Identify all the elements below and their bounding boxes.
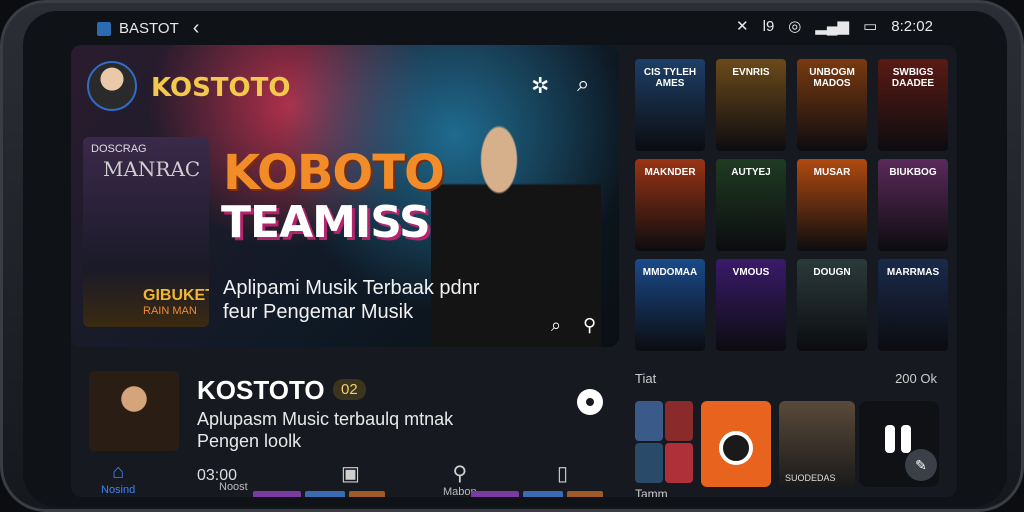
status-time: 8:2:02 xyxy=(891,17,933,35)
mini-thumb-3[interactable] xyxy=(635,443,663,483)
poster-card-label: MARRMAS xyxy=(886,267,940,278)
mini-thumb-4[interactable] xyxy=(665,443,693,483)
signal-label: l9 xyxy=(762,17,775,35)
pause-bar-left xyxy=(885,425,895,453)
now-playing-thumbnail[interactable] xyxy=(89,371,179,451)
action-fab[interactable]: ✎ xyxy=(905,449,937,481)
status-bar: BASTOT ‹ ✕ l9 ◎ ▂▄▆ ▭ 8:2:02 xyxy=(23,11,1007,41)
poster-grid: CIS TYLEH AMES EVNRIS UNBOGM MADOS SWBIGS D… xyxy=(635,59,955,363)
pause-bar-right xyxy=(901,425,911,453)
avatar[interactable] xyxy=(87,61,137,111)
app-panel: KOSTOTO ✲ ⌕ DOSCRAG MANRAC GIBUKET RAIN … xyxy=(71,45,957,497)
poster-card[interactable]: AUTYEJ xyxy=(716,159,786,251)
poster-top-text: DOSCRAG xyxy=(91,143,147,155)
nav-home-label: Nosind xyxy=(101,484,136,496)
poster-card[interactable]: MAKNDER xyxy=(635,159,705,251)
nav-tab2[interactable]: Noost xyxy=(219,481,248,493)
poster-card-label: CIS TYLEH AMES xyxy=(643,67,697,89)
search-icon[interactable]: ⌕ xyxy=(577,71,589,97)
poster-card[interactable]: CIS TYLEH AMES xyxy=(635,59,705,151)
search-music-icon: ⚲ xyxy=(452,463,468,485)
nav-home[interactable]: ⌂ Nosind xyxy=(101,461,135,496)
hero-subtitle-line1: Aplipami Musik Terbaak pdnr xyxy=(223,277,480,299)
dnd-icon: ✕ xyxy=(736,18,749,35)
screen: BASTOT ‹ ✕ l9 ◎ ▂▄▆ ▭ 8:2:02 KOSTOTO ✲ ⌕… xyxy=(23,11,1007,507)
section-label: Tiat xyxy=(635,371,657,386)
poster-card-label: AUTYEJ xyxy=(731,167,771,178)
poster-card-label: VMOUS xyxy=(732,267,770,278)
now-playing-badge: 02 xyxy=(333,379,366,400)
wifi-icon: ◎ xyxy=(788,18,802,35)
poster-card[interactable]: MMDOMAA xyxy=(635,259,705,351)
cellular-icon: ▂▄▆ xyxy=(815,18,850,35)
poster-card-label: BIUKBOG xyxy=(889,167,937,178)
app-icon xyxy=(97,21,111,36)
now-playing-subtitle-line1: Aplupasm Music terbaulq mtnak xyxy=(197,409,454,429)
album-card-dark[interactable]: SUODEDAS xyxy=(779,401,855,487)
file-icon: ▯ xyxy=(557,463,569,485)
disc-icon[interactable] xyxy=(577,389,603,415)
now-playing-title: KOSTOTO xyxy=(197,375,325,405)
hero-title-line1: KOBOTO xyxy=(223,145,445,201)
nav-thumb-strip-4 xyxy=(471,491,519,497)
hero-subtitle-line2: feur Pengemar Musik xyxy=(223,301,414,323)
nav-files[interactable]: ▯ xyxy=(557,461,568,486)
poster-card-label: DOUGN xyxy=(813,267,851,278)
poster-title: MANRAC xyxy=(103,157,201,181)
battery-icon: ▭ xyxy=(863,18,878,35)
poster-card-label: UNBOGM MADOS xyxy=(809,67,855,89)
hero-artist-image xyxy=(431,113,601,347)
hero-banner[interactable]: KOSTOTO ✲ ⌕ DOSCRAG MANRAC GIBUKET RAIN … xyxy=(71,45,619,347)
home-icon: ⌂ xyxy=(112,461,125,483)
hero-title-line2: TEAMISS xyxy=(221,197,431,248)
poster-card[interactable]: UNBOGM MADOS xyxy=(797,59,867,151)
album-card-orange[interactable] xyxy=(701,401,771,487)
nav-thumb-strip-3 xyxy=(349,491,385,497)
nav-thumb-strip-6 xyxy=(567,491,603,497)
poster-card-label: EVNRIS xyxy=(732,67,770,78)
nav-thumb-strip-5 xyxy=(523,491,563,497)
status-app-name: BASTOT xyxy=(119,20,179,37)
library-icon: ▣ xyxy=(341,463,360,485)
mini-thumb-1[interactable] xyxy=(635,401,663,441)
poster-card[interactable]: EVNRIS xyxy=(716,59,786,151)
nav-thumb-strip-2 xyxy=(305,491,345,497)
poster-card[interactable]: MUSAR xyxy=(797,159,867,251)
featured-poster[interactable]: DOSCRAG MANRAC GIBUKET RAIN MAN xyxy=(83,137,209,327)
poster-bottom-sub: RAIN MAN xyxy=(143,305,197,317)
mini-thumb-2[interactable] xyxy=(665,401,693,441)
poster-bottom-title: GIBUKET xyxy=(143,287,209,304)
nav-thumb-strip-1 xyxy=(253,491,301,497)
section-count: 200 Ok xyxy=(895,371,937,386)
poster-card-label: MAKNDER xyxy=(644,167,696,178)
poster-card[interactable]: BIUKBOG xyxy=(878,159,948,251)
card-caption: SUODEDAS xyxy=(785,473,836,483)
section-bottom-label: Tamm xyxy=(635,487,668,497)
poster-card[interactable]: DOUGN xyxy=(797,259,867,351)
vinyl-icon xyxy=(719,431,753,465)
nav-library[interactable]: ▣ xyxy=(341,461,360,486)
poster-card[interactable]: MARRMAS xyxy=(878,259,948,351)
share-icon[interactable]: ✲ xyxy=(531,73,549,99)
back-icon[interactable]: ‹ xyxy=(193,17,200,40)
brand-title: KOSTOTO xyxy=(151,73,291,103)
poster-card-label: MUSAR xyxy=(813,167,851,178)
poster-card[interactable]: VMOUS xyxy=(716,259,786,351)
phone-frame: BASTOT ‹ ✕ l9 ◎ ▂▄▆ ▭ 8:2:02 KOSTOTO ✲ ⌕… xyxy=(0,0,1024,512)
poster-card[interactable]: SWBIGS DAADEE xyxy=(878,59,948,151)
nav-tab2-label: Noost xyxy=(219,481,248,493)
poster-card-label: MMDOMAA xyxy=(642,267,698,278)
pin-icon[interactable]: ⚲ xyxy=(583,315,596,336)
zoom-icon[interactable]: ⌕ xyxy=(551,315,561,336)
now-playing-subtitle-line2: Pengen loolk xyxy=(197,431,302,451)
poster-card-label: SWBIGS DAADEE xyxy=(891,67,935,89)
